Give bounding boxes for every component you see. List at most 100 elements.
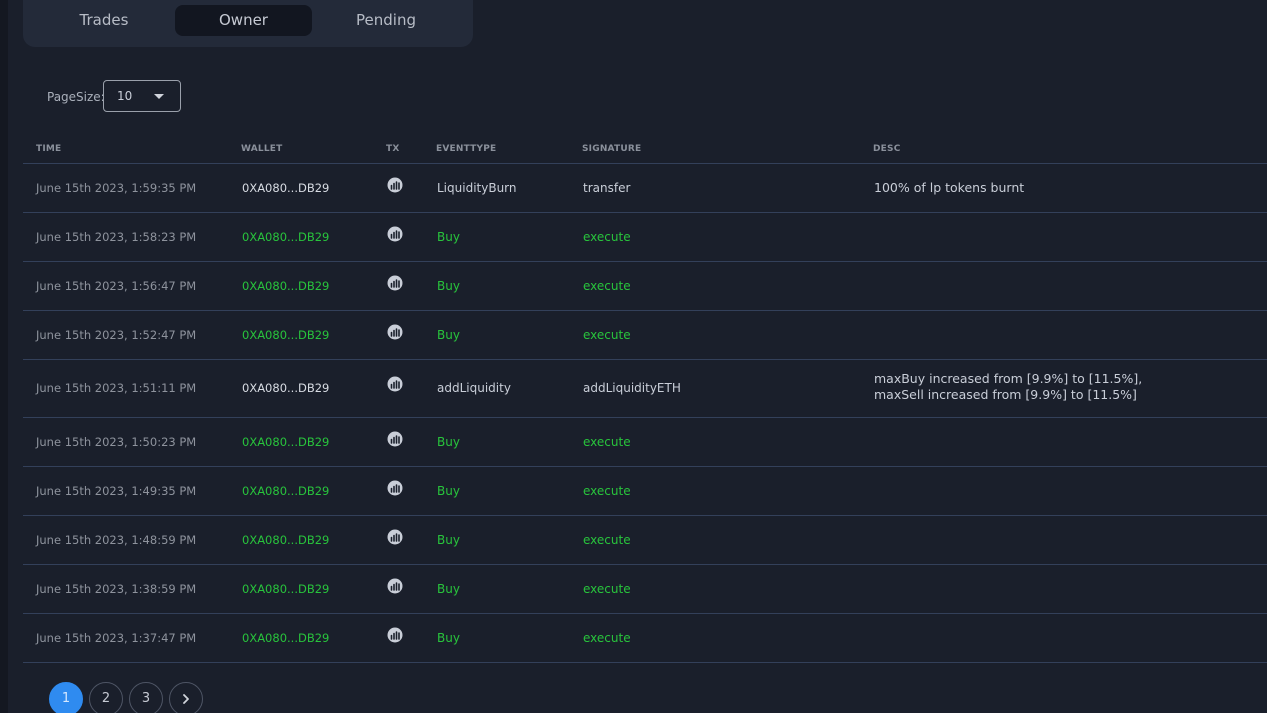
cell-wallet[interactable]: 0XA080...DB29 [242,279,329,293]
cell-tx[interactable] [387,529,403,545]
cell-signature: execute [583,533,631,547]
etherscan-icon[interactable] [387,275,403,291]
desc-line: maxBuy increased from [9.9%] to [11.5%], [874,371,1143,386]
header-time: TIME [36,144,62,154]
cell-wallet[interactable]: 0XA080...DB29 [242,533,329,547]
header-signature: SIGNATURE [582,144,642,154]
cell-signature: transfer [583,181,631,195]
cell-signature: execute [583,582,631,596]
cell-tx[interactable] [387,480,403,496]
desc-line: 100% of lp tokens burnt [874,180,1025,195]
caret-down-icon [154,94,164,99]
cell-signature: execute [583,631,631,645]
cell-tx[interactable] [387,578,403,594]
pagesize-control: PageSize: 10 [47,80,181,114]
cell-wallet[interactable]: 0XA080...DB29 [242,181,329,195]
table-row: June 15th 2023, 1:56:47 PM 0XA080...DB29 B… [23,262,1267,311]
table-row: June 15th 2023, 1:49:35 PM 0XA080...DB29 B… [23,467,1267,516]
etherscan-icon[interactable] [387,431,403,447]
cell-wallet[interactable]: 0XA080...DB29 [242,484,329,498]
etherscan-icon[interactable] [387,578,403,594]
cell-eventtype: Buy [437,533,460,547]
table-row: June 15th 2023, 1:50:23 PM 0XA080...DB29 B… [23,418,1267,467]
cell-eventtype: Buy [437,435,460,449]
cell-wallet[interactable]: 0XA080...DB29 [242,582,329,596]
pagesize-value: 10 [117,89,133,103]
cell-eventtype: Buy [437,631,460,645]
table-row: June 15th 2023, 1:38:59 PM 0XA080...DB29 B… [23,565,1267,614]
header-eventtype: EVENTTYPE [436,144,497,154]
desc-line: maxSell increased from [9.9%] to [11.5%] [874,387,1137,402]
page-button-2[interactable]: 2 [89,682,123,713]
cell-time: June 15th 2023, 1:56:47 PM [36,279,197,293]
cell-tx[interactable] [387,275,403,291]
cell-signature: execute [583,279,631,293]
next-page-button[interactable] [169,682,203,713]
table-row: June 15th 2023, 1:48:59 PM 0XA080...DB29 B… [23,516,1267,565]
header-tx: TX [386,144,400,154]
tab-trades[interactable]: Trades [39,5,169,36]
cell-wallet[interactable]: 0XA080...DB29 [242,631,329,645]
cell-wallet[interactable]: 0XA080...DB29 [242,381,329,395]
header-desc: DESC [873,144,901,154]
tab-pending[interactable]: Pending [318,5,454,36]
events-table: TIME WALLET TX EVENTTYPE SIGNATURE DESC … [23,136,1267,663]
table-row: June 15th 2023, 1:51:11 PM 0XA080...DB29 a… [23,360,1267,418]
cell-time: June 15th 2023, 1:37:47 PM [36,631,197,645]
table-row: June 15th 2023, 1:37:47 PM 0XA080...DB29 B… [23,614,1267,663]
cell-tx[interactable] [387,226,403,242]
cell-desc: maxBuy increased from [9.9%] to [11.5%],… [874,371,1254,403]
table-body: June 15th 2023, 1:59:35 PM 0XA080...DB29 L… [23,164,1267,663]
etherscan-icon[interactable] [387,480,403,496]
cell-eventtype: Buy [437,328,460,342]
header-wallet: WALLET [241,144,283,154]
cell-eventtype: Buy [437,582,460,596]
table-row: June 15th 2023, 1:59:35 PM 0XA080...DB29 L… [23,164,1267,213]
tab-bar: Trades Owner Pending [23,0,473,47]
cell-signature: execute [583,328,631,342]
cell-eventtype: Buy [437,230,460,244]
page-button-3[interactable]: 3 [129,682,163,713]
cell-tx[interactable] [387,376,403,392]
pagesize-label: PageSize: [47,90,105,104]
cell-wallet[interactable]: 0XA080...DB29 [242,230,329,244]
cell-time: June 15th 2023, 1:48:59 PM [36,533,197,547]
cell-wallet[interactable]: 0XA080...DB29 [242,435,329,449]
cell-time: June 15th 2023, 1:51:11 PM [36,381,197,395]
cell-tx[interactable] [387,431,403,447]
etherscan-icon[interactable] [387,177,403,193]
cell-eventtype: LiquidityBurn [437,181,517,195]
cell-signature: execute [583,435,631,449]
cell-time: June 15th 2023, 1:58:23 PM [36,230,197,244]
cell-signature: execute [583,484,631,498]
page-button-1[interactable]: 1 [49,682,83,713]
etherscan-icon[interactable] [387,226,403,242]
etherscan-icon[interactable] [387,529,403,545]
tab-owner[interactable]: Owner [175,5,312,36]
cell-time: June 15th 2023, 1:52:47 PM [36,328,197,342]
cell-signature: execute [583,230,631,244]
cell-desc: 100% of lp tokens burnt [874,180,1254,196]
cell-tx[interactable] [387,177,403,193]
cell-signature: addLiquidityETH [583,381,681,395]
table-header: TIME WALLET TX EVENTTYPE SIGNATURE DESC [23,136,1267,164]
table-row: June 15th 2023, 1:58:23 PM 0XA080...DB29 B… [23,213,1267,262]
cell-time: June 15th 2023, 1:50:23 PM [36,435,197,449]
cell-time: June 15th 2023, 1:59:35 PM [36,181,197,195]
cell-tx[interactable] [387,324,403,340]
left-rail [0,0,8,713]
cell-time: June 15th 2023, 1:38:59 PM [36,582,197,596]
cell-eventtype: Buy [437,279,460,293]
cell-wallet[interactable]: 0XA080...DB29 [242,328,329,342]
pagesize-select[interactable]: 10 [103,80,181,112]
cell-time: June 15th 2023, 1:49:35 PM [36,484,197,498]
etherscan-icon[interactable] [387,324,403,340]
etherscan-icon[interactable] [387,627,403,643]
cell-tx[interactable] [387,627,403,643]
cell-eventtype: addLiquidity [437,381,511,395]
etherscan-icon[interactable] [387,376,403,392]
table-row: June 15th 2023, 1:52:47 PM 0XA080...DB29 B… [23,311,1267,360]
cell-eventtype: Buy [437,484,460,498]
owner-events-page: Trades Owner Pending PageSize: 10 TIME W… [0,0,1267,713]
chevron-right-icon [183,694,189,704]
